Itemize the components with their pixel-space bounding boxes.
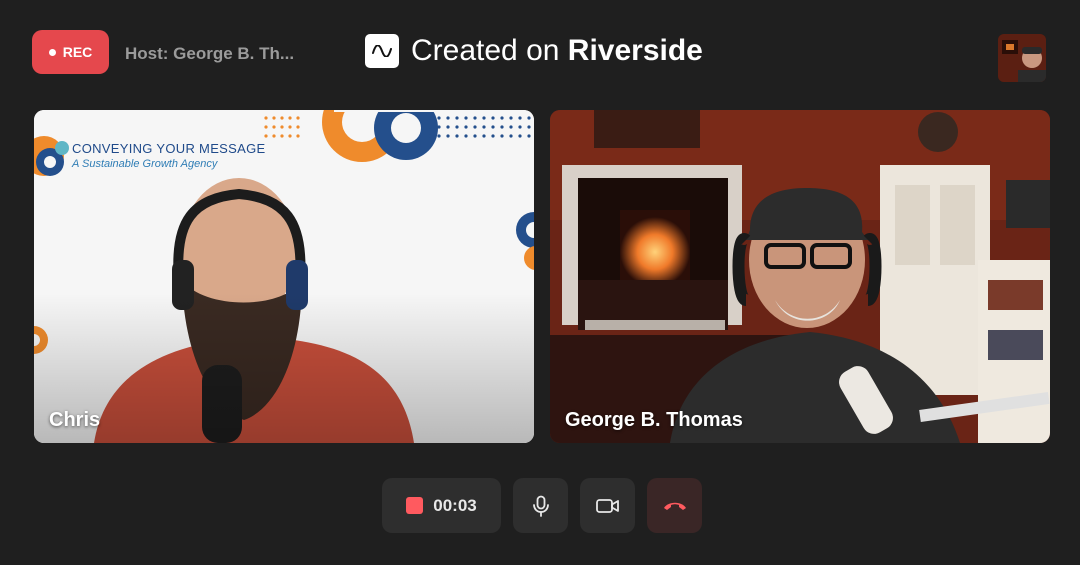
- recording-dot-icon: [48, 48, 56, 56]
- riverside-logo-icon: [365, 34, 399, 68]
- stop-recording-button[interactable]: 00:03: [382, 478, 501, 533]
- brand-name: Riverside: [567, 34, 703, 67]
- host-label: Host: George B. Th...: [125, 44, 295, 63]
- background-tagline: A Sustainable Growth Agency: [72, 158, 218, 170]
- participant-name-chris: Chris: [49, 409, 101, 431]
- call-controls: 00:03: [382, 478, 702, 533]
- host-avatar[interactable]: [998, 34, 1046, 82]
- microphone-button[interactable]: [513, 478, 568, 533]
- brand-prefix: Created on: [411, 34, 560, 67]
- camera-button[interactable]: [580, 478, 635, 533]
- background-headline: CONVEYING YOUR MESSAGE: [72, 141, 266, 156]
- video-tile-chris[interactable]: CONVEYING YOUR MESSAGE A Sustainable Gro…: [34, 110, 534, 443]
- virtual-background-branding: CONVEYING YOUR MESSAGE A Sustainable Gro…: [72, 141, 265, 170]
- participant-name-george: George B. Thomas: [565, 409, 743, 431]
- recording-timer: 00:03: [433, 495, 477, 515]
- camera-icon: [595, 498, 619, 513]
- george-video-feed: [550, 110, 1050, 443]
- microphone-icon: [532, 495, 549, 517]
- stop-record-icon: [406, 497, 424, 514]
- recording-badge: REC: [32, 30, 109, 74]
- riverside-branding: Created on Riverside: [365, 34, 703, 68]
- end-call-button[interactable]: [647, 478, 702, 533]
- hang-up-icon: [663, 502, 686, 510]
- rec-label: REC: [62, 44, 93, 60]
- video-tile-george[interactable]: George B. Thomas: [550, 110, 1050, 443]
